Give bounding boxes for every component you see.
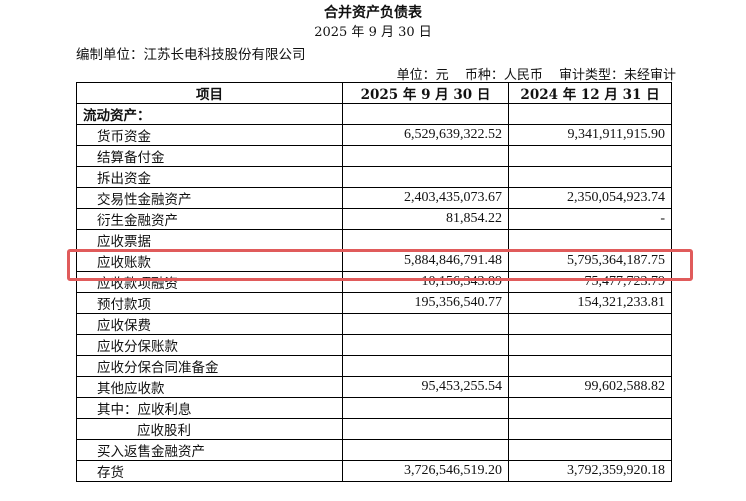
row-value-current (342, 418, 509, 440)
row-item-label: 拆出资金 (76, 166, 343, 188)
table-row: 其他应收款 95,453,255.54 99,602,588.82 (76, 376, 672, 398)
row-value-current (342, 103, 509, 125)
row-value-prior: 99,602,588.82 (508, 376, 672, 398)
row-item-label: 衍生金融资产 (76, 208, 343, 230)
table-row: 货币资金 6,529,639,322.52 9,341,911,915.90 (76, 124, 672, 146)
row-value-current: 10,156,343.89 (342, 271, 509, 293)
row-item-label: 应收分保合同准备金 (76, 355, 343, 377)
table-row: 存货 3,726,546,519.20 3,792,359,920.18 (76, 460, 672, 482)
table-row: 应收账款 5,884,846,791.48 5,795,364,187.75 (76, 250, 672, 272)
table-row: 拆出资金 (76, 166, 672, 188)
table-row: 应收分保合同准备金 (76, 355, 672, 377)
row-item-label: 预付款项 (76, 292, 343, 314)
row-item-label: 应收保费 (76, 313, 343, 335)
column-header-current: 2025 年 9 月 30 日 (342, 82, 509, 104)
row-value-prior: 2,350,054,923.74 (508, 187, 672, 209)
row-item-label: 其他应收款 (76, 376, 343, 398)
row-value-prior (508, 439, 672, 461)
row-value-prior (508, 418, 672, 440)
row-value-prior: 75,477,723.79 (508, 271, 672, 293)
row-value-prior: - (508, 208, 672, 230)
row-value-prior (508, 313, 672, 335)
row-value-prior (508, 103, 672, 125)
row-item-label: 存货 (76, 460, 343, 482)
table-row: 应收票据 (76, 229, 672, 251)
table-row: 流动资产： (76, 103, 672, 125)
report-meta: 单位：元 币种：人民币 审计类型：未经审计 (387, 64, 676, 83)
row-item-label: 买入返售金融资产 (76, 439, 343, 461)
audit-type: 审计类型：未经审计 (558, 68, 676, 83)
row-value-current (342, 355, 509, 377)
row-value-current (342, 334, 509, 356)
row-item-label: 其中：应收利息 (76, 397, 343, 419)
row-value-prior: 9,341,911,915.90 (508, 124, 672, 146)
table-row: 应收保费 (76, 313, 672, 335)
row-item-label: 流动资产： (76, 103, 343, 125)
compiler-unit: 编制单位：江苏长电科技股份有限公司 (76, 47, 306, 63)
table-row: 交易性金融资产 2,403,435,073.67 2,350,054,923.74 (76, 187, 672, 209)
row-item-label: 应收票据 (76, 229, 343, 251)
row-value-current: 3,726,546,519.20 (342, 460, 509, 482)
report-title: 合并资产负债表 (324, 5, 422, 21)
table-row: 买入返售金融资产 (76, 439, 672, 461)
table-row: 其中：应收利息 (76, 397, 672, 419)
row-item-label: 应收账款 (76, 250, 343, 272)
column-header-item: 项目 (76, 82, 343, 104)
row-item-label: 应收款项融资 (76, 271, 343, 293)
row-value-current (342, 229, 509, 251)
currency-unit: 单位：元 (396, 68, 449, 83)
row-value-current (342, 397, 509, 419)
row-item-label: 交易性金融资产 (76, 187, 343, 209)
row-value-current: 195,356,540.77 (342, 292, 509, 314)
table-header-row: 项目 2025 年 9 月 30 日 2024 年 12 月 31 日 (76, 82, 672, 104)
row-value-current (342, 313, 509, 335)
row-item-label: 货币资金 (76, 124, 343, 146)
row-value-current: 2,403,435,073.67 (342, 187, 509, 209)
balance-sheet-table: 项目 2025 年 9 月 30 日 2024 年 12 月 31 日 流动资产… (76, 82, 672, 482)
row-item-label: 应收股利 (76, 418, 343, 440)
table-row: 结算备付金 (76, 145, 672, 167)
row-value-current (342, 166, 509, 188)
row-value-prior (508, 229, 672, 251)
table-row: 预付款项 195,356,540.77 154,321,233.81 (76, 292, 672, 314)
row-value-prior (508, 355, 672, 377)
row-value-current (342, 145, 509, 167)
row-value-current: 81,854.22 (342, 208, 509, 230)
row-value-current: 5,884,846,791.48 (342, 250, 509, 272)
row-item-label: 结算备付金 (76, 145, 343, 167)
row-value-prior (508, 334, 672, 356)
row-value-current: 95,453,255.54 (342, 376, 509, 398)
row-value-prior (508, 397, 672, 419)
currency-type: 币种：人民币 (464, 68, 543, 83)
row-value-current: 6,529,639,322.52 (342, 124, 509, 146)
column-header-prior: 2024 年 12 月 31 日 (508, 82, 672, 104)
report-date: 2025 年 9 月 30 日 (314, 25, 432, 40)
row-value-prior: 5,795,364,187.75 (508, 250, 672, 272)
row-item-label: 应收分保账款 (76, 334, 343, 356)
row-value-prior (508, 166, 672, 188)
table-row: 应收款项融资 10,156,343.89 75,477,723.79 (76, 271, 672, 293)
row-value-prior: 3,792,359,920.18 (508, 460, 672, 482)
table-row: 应收分保账款 (76, 334, 672, 356)
row-value-current (342, 439, 509, 461)
table-row: 应收股利 (76, 418, 672, 440)
row-value-prior (508, 145, 672, 167)
table-row: 衍生金融资产 81,854.22- (76, 208, 672, 230)
row-value-prior: 154,321,233.81 (508, 292, 672, 314)
